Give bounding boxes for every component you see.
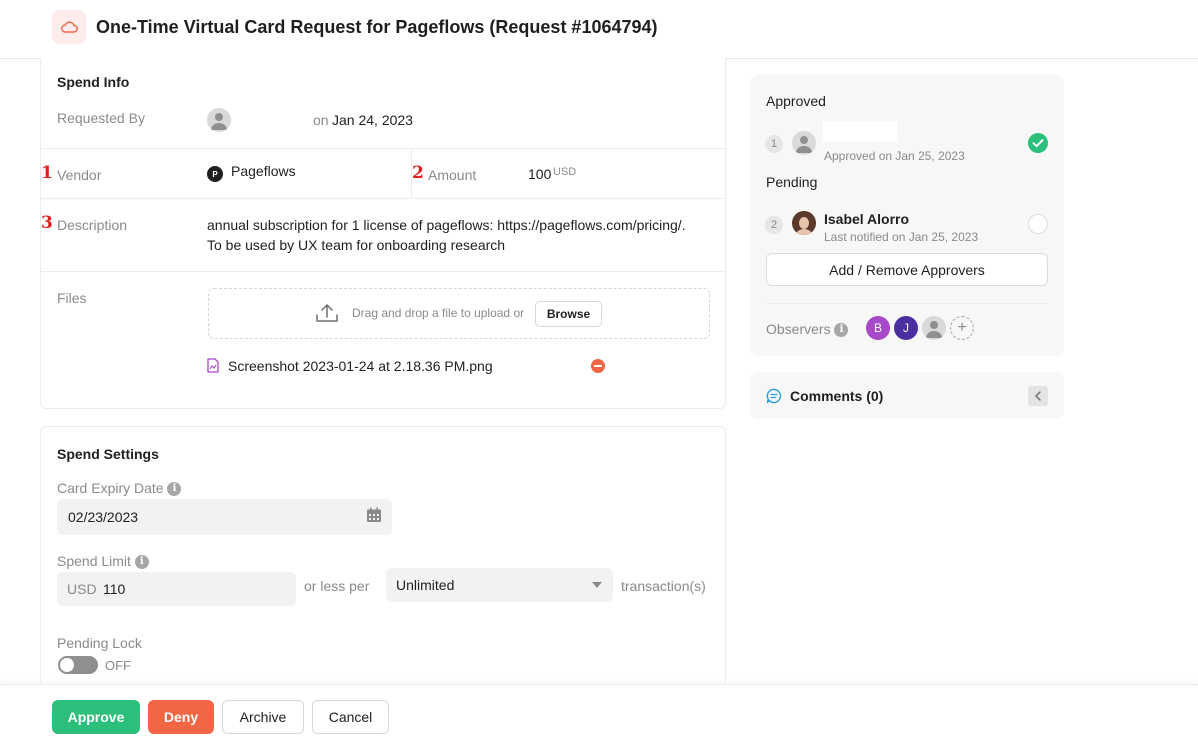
pending-lock-toggle[interactable] xyxy=(58,656,98,674)
approver-2-avatar xyxy=(792,211,816,235)
approver-step-number: 1 xyxy=(765,135,783,153)
divider xyxy=(41,271,725,272)
description-line-1: annual subscription for 1 license of pag… xyxy=(207,217,686,233)
requested-by-label: Requested By xyxy=(57,110,145,126)
spend-info-title: Spend Info xyxy=(57,74,130,90)
page-title: One-Time Virtual Card Request for Pagefl… xyxy=(96,17,658,37)
remove-file-icon[interactable] xyxy=(591,359,605,373)
info-icon[interactable]: i xyxy=(167,482,182,497)
transactions-suffix: transaction(s) xyxy=(621,578,706,594)
observers-label: Observers i xyxy=(766,321,849,338)
add-remove-approvers-button[interactable]: Add / Remove Approvers xyxy=(766,253,1048,286)
spend-info-card: Spend Info Requested By on Jan 24, 2023 … xyxy=(40,58,726,409)
spend-limit-value: 110 xyxy=(103,581,126,597)
card-expiry-value: 02/23/2023 xyxy=(68,509,139,525)
approver-2-status: Last notified on Jan 25, 2023 xyxy=(824,230,979,244)
approver-step-number: 2 xyxy=(765,216,783,234)
files-label: Files xyxy=(57,290,87,306)
pending-status-icon xyxy=(1028,214,1048,234)
file-icon xyxy=(207,358,219,376)
spend-limit-currency: USD xyxy=(67,581,97,597)
page-header: One-Time Virtual Card Request for Pagefl… xyxy=(0,0,1198,59)
info-icon[interactable]: i xyxy=(134,555,149,570)
spend-limit-label: Spend Limit i xyxy=(57,553,149,570)
amount-currency: USD xyxy=(553,166,577,178)
observer-avatar[interactable]: J xyxy=(894,316,918,340)
cloud-icon xyxy=(52,10,86,44)
card-expiry-label: Card Expiry Date i xyxy=(57,480,182,497)
amount-marker: 2 xyxy=(412,163,424,183)
deny-button[interactable]: Deny xyxy=(148,700,214,734)
comment-icon xyxy=(766,388,782,407)
approver-2-name: Isabel Alorro xyxy=(824,211,910,227)
observer-avatar[interactable]: B xyxy=(866,316,890,340)
approvers-panel: Approved 1 Approved on Jan 25, 2023 Pend… xyxy=(750,75,1064,356)
divider xyxy=(766,303,1048,304)
approved-check-icon xyxy=(1028,133,1048,153)
description-line-2: To be used by UX team for onboarding res… xyxy=(207,237,506,253)
approver-1-avatar xyxy=(792,131,816,155)
limit-period-select[interactable]: Unlimited xyxy=(386,568,613,602)
action-footer: Approve Deny Archive Cancel xyxy=(0,684,1198,746)
amount-label: Amount xyxy=(428,167,477,183)
archive-button[interactable]: Archive xyxy=(222,700,304,734)
approver-1-name-redacted xyxy=(823,121,897,141)
vendor-label: Vendor xyxy=(57,167,102,183)
calendar-icon[interactable] xyxy=(366,507,382,526)
requested-on-date: Jan 24, 2023 xyxy=(332,112,413,128)
approver-1-status: Approved on Jan 25, 2023 xyxy=(824,149,965,163)
vendor-marker: 1 xyxy=(41,163,53,183)
amount-value: 100 xyxy=(528,166,552,182)
spend-limit-input[interactable]: USD 110 xyxy=(57,572,296,606)
file-dropzone[interactable]: Drag and drop a file to upload or Browse xyxy=(208,288,710,339)
chevron-down-icon xyxy=(592,582,602,588)
spend-settings-card: Spend Settings Card Expiry Date i 02/23/… xyxy=(40,426,726,686)
dropzone-text: Drag and drop a file to upload or xyxy=(352,306,525,320)
pending-lock-state: OFF xyxy=(105,658,131,673)
add-observer-icon[interactable]: + xyxy=(950,316,974,340)
requested-on-prefix: on xyxy=(313,112,329,128)
vendor-logo-icon: P xyxy=(207,166,223,182)
comments-panel[interactable]: Comments (0) xyxy=(750,372,1064,419)
divider xyxy=(41,198,725,199)
vendor-value: Pageflows xyxy=(231,163,296,179)
observers-label-text: Observers xyxy=(766,321,831,337)
upload-icon xyxy=(315,302,339,327)
card-expiry-input[interactable]: 02/23/2023 xyxy=(57,499,392,535)
approved-heading: Approved xyxy=(766,93,826,109)
approve-button[interactable]: Approve xyxy=(52,700,140,734)
cancel-button[interactable]: Cancel xyxy=(312,700,389,734)
spend-limit-label-text: Spend Limit xyxy=(57,553,131,569)
observer-avatar[interactable] xyxy=(922,316,946,340)
info-icon[interactable]: i xyxy=(834,323,849,338)
divider xyxy=(41,148,725,149)
requester-avatar xyxy=(207,108,231,132)
pending-lock-label: Pending Lock xyxy=(57,635,142,651)
pending-heading: Pending xyxy=(766,174,818,190)
limit-period-value: Unlimited xyxy=(396,577,455,593)
file-name-link[interactable]: Screenshot 2023-01-24 at 2.18.36 PM.png xyxy=(228,358,493,374)
or-less-per-text: or less per xyxy=(304,578,370,594)
comments-label: Comments (0) xyxy=(790,388,884,404)
spend-settings-title: Spend Settings xyxy=(57,446,159,462)
card-expiry-label-text: Card Expiry Date xyxy=(57,480,164,496)
description-label: Description xyxy=(57,217,128,233)
chevron-left-icon[interactable] xyxy=(1028,386,1048,406)
browse-button[interactable]: Browse xyxy=(535,301,602,327)
description-marker: 3 xyxy=(41,213,53,233)
